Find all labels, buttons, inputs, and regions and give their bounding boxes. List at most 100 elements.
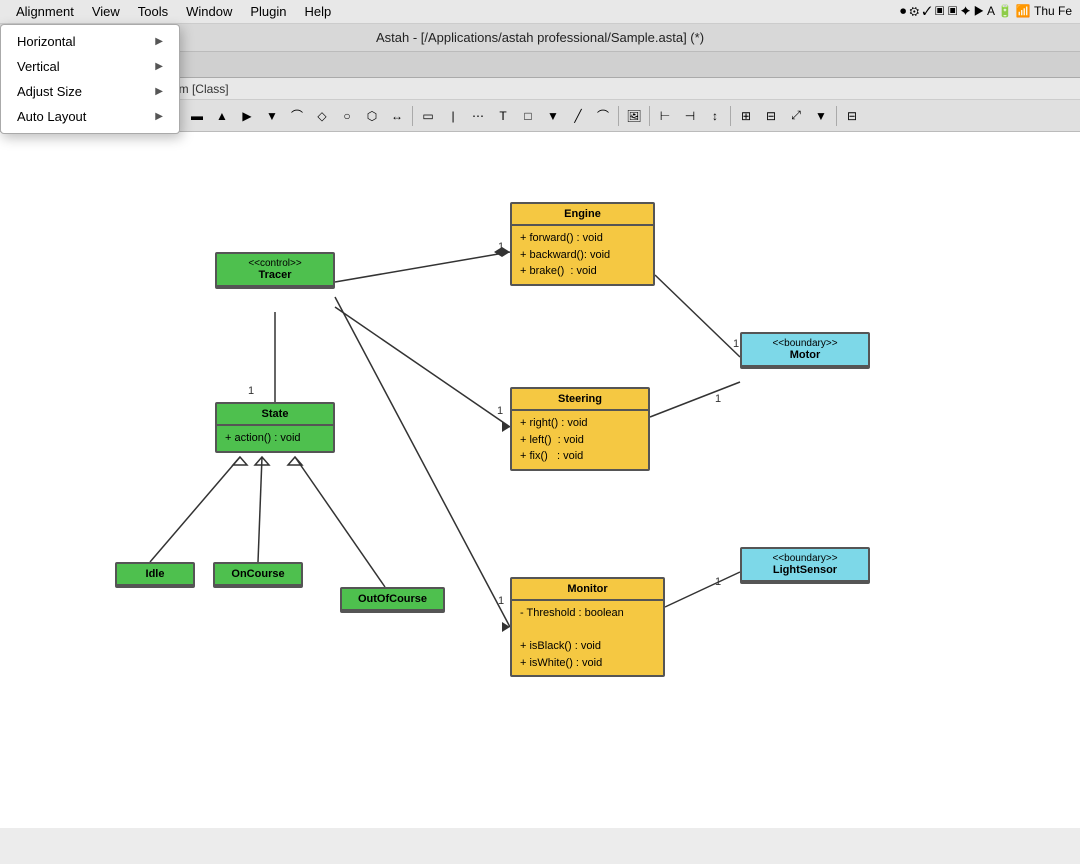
grid-tool[interactable]: ⊟ [840,104,864,128]
dropdown-vertical[interactable]: Vertical ▶ [1,54,179,79]
menu-plugin[interactable]: Plugin [242,2,294,21]
class-oncourse-name: OnCourse [223,568,293,580]
down2-tool[interactable]: ▼ [260,104,284,128]
svg-text:1: 1 [498,595,504,607]
class-monitor-header: Monitor [512,579,663,601]
class-idle-header: Idle [117,564,193,586]
steering-method-2: + left() : void [520,432,640,449]
dropdown-adjust-size-arrow: ▶ [155,86,163,97]
class-tracer-header: <<control>> Tracer [217,254,333,287]
class-steering[interactable]: Steering + right() : void + left() : voi… [510,387,650,471]
align2-tool[interactable]: ⊣ [678,104,702,128]
alignment-dropdown: Horizontal ▶ Vertical ▶ Adjust Size ▶ Au… [0,24,180,134]
class-motor-header: <<boundary>> Motor [742,334,868,367]
divider5 [730,106,731,126]
class-oncourse[interactable]: OnCourse [213,562,303,588]
state-method-1: + action() : void [225,430,325,447]
class-monitor[interactable]: Monitor - Threshold : boolean + isBlack(… [510,577,665,677]
monitor-method-2: + isWhite() : void [520,655,655,672]
class-idle-name: Idle [125,568,185,580]
up-tool[interactable]: ▲ [210,104,234,128]
curve-tool[interactable]: ⌒ [285,104,309,128]
dropdown-horizontal-label: Horizontal [17,34,76,49]
class-outcourse[interactable]: OutOfCourse [340,587,445,613]
class-oncourse-header: OnCourse [215,564,301,586]
connector-tool[interactable]: ↔ [385,104,409,128]
image-tool[interactable]: 🖼 [622,104,646,128]
steering-method-1: + right() : void [520,415,640,432]
svg-text:1: 1 [715,576,721,588]
class-lightsensor-stereotype: <<boundary>> [750,553,860,564]
dotline-tool[interactable]: ⋯ [466,104,490,128]
dropdown-auto-layout-label: Auto Layout [17,109,86,124]
class-motor-stereotype: <<boundary>> [750,338,860,349]
divider4 [649,106,650,126]
class-outcourse-header: OutOfCourse [342,589,443,611]
svg-text:1: 1 [733,338,739,350]
class-steering-header: Steering [512,389,648,411]
zoom-fit-tool[interactable]: ⤢ [784,104,808,128]
menu-view[interactable]: View [84,2,128,21]
engine-method-3: + brake() : void [520,263,645,280]
divider6 [836,106,837,126]
class-engine-name: Engine [520,208,645,220]
class-outcourse-name: OutOfCourse [350,593,435,605]
hexagon-tool[interactable]: ⬡ [360,104,384,128]
dropdown-adjust-size[interactable]: Adjust Size ▶ [1,79,179,104]
align3-tool[interactable]: ↕ [703,104,727,128]
dropdown-horizontal[interactable]: Horizontal ▶ [1,29,179,54]
class-tracer-name: Tracer [225,269,325,281]
class-steering-body: + right() : void + left() : void + fix()… [512,411,648,469]
monitor-spacer [520,622,655,639]
dropdown-vertical-label: Vertical [17,59,60,74]
rect2-tool[interactable]: □ [516,104,540,128]
align1-tool[interactable]: ⊢ [653,104,677,128]
menubar-right: ⏺ ⚙ ✓ ▣ ▣ ✦ ▶ A 🔋 📶 Thu Fe [900,4,1072,19]
class-state[interactable]: State + action() : void [215,402,335,453]
class-engine-header: Engine [512,204,653,226]
svg-text:1: 1 [498,241,504,253]
dropdown-vertical-arrow: ▶ [155,61,163,72]
zoom-in-tool[interactable]: ⊞ [734,104,758,128]
arrow-tool[interactable]: ▶ [235,104,259,128]
engine-method-2: + backward(): void [520,247,645,264]
T-tool[interactable]: T [491,104,515,128]
diagram-canvas[interactable]: 1 1 1 1 1 1 1 Engine [0,132,1080,828]
menubar: Alignment View Tools Window Plugin Help … [0,0,1080,24]
class-tracer[interactable]: <<control>> Tracer [215,252,335,289]
class-monitor-body: - Threshold : boolean + isBlack() : void… [512,601,663,675]
svg-text:1: 1 [497,405,503,417]
class-engine-body: + forward() : void + backward(): void + … [512,226,653,284]
class-state-name: State [225,408,325,420]
more-tool[interactable]: ▼ [809,104,833,128]
menu-help[interactable]: Help [297,2,340,21]
menu-tools[interactable]: Tools [130,2,176,21]
class-state-body: + action() : void [217,426,333,451]
title-text: Astah - [/Applications/astah professiona… [376,30,704,45]
diagonal-tool[interactable]: ╱ [566,104,590,128]
class-state-header: State [217,404,333,426]
dropdown-horizontal-arrow: ▶ [155,36,163,47]
steering-method-3: + fix() : void [520,448,640,465]
divider3 [618,106,619,126]
menu-window[interactable]: Window [178,2,240,21]
zoom-out-tool[interactable]: ⊟ [759,104,783,128]
svg-text:1: 1 [715,393,721,405]
dropdown-auto-layout-arrow: ▶ [155,111,163,122]
box-tool[interactable]: ▭ [416,104,440,128]
line2-tool[interactable]: | [441,104,465,128]
class-motor-name: Motor [750,349,860,361]
rect-tool[interactable]: ▬ [185,104,209,128]
dropdown-adjust-size-label: Adjust Size [17,84,82,99]
class-idle[interactable]: Idle [115,562,195,588]
svg-text:1: 1 [248,385,254,397]
line3-tool[interactable]: ⌒ [591,104,615,128]
diamond-tool[interactable]: ◇ [310,104,334,128]
class-lightsensor[interactable]: <<boundary>> LightSensor [740,547,870,584]
rect3-tool[interactable]: ▼ [541,104,565,128]
menu-alignment[interactable]: Alignment [8,2,82,21]
class-motor[interactable]: <<boundary>> Motor [740,332,870,369]
dropdown-auto-layout[interactable]: Auto Layout ▶ [1,104,179,129]
circle-tool[interactable]: ○ [335,104,359,128]
class-engine[interactable]: Engine + forward() : void + backward(): … [510,202,655,286]
